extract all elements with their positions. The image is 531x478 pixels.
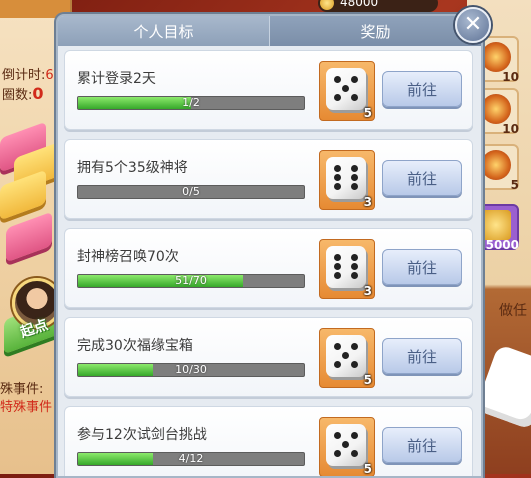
rounds-label: 圈数:0 — [2, 84, 44, 103]
progress-bar: 1/2 — [77, 96, 305, 110]
reward-slot[interactable]: 5 — [319, 328, 375, 388]
reward-slot[interactable]: 5 — [319, 417, 375, 476]
progress-text: 0/5 — [182, 185, 200, 198]
reward-slot[interactable]: 5 — [319, 61, 375, 121]
side-label: 做任 — [499, 303, 527, 319]
progress-bar: 51/70 — [77, 274, 305, 288]
progress-bar: 10/30 — [77, 363, 305, 377]
coin-counter: 48000 — [318, 0, 438, 12]
progress-bar: 4/12 — [77, 452, 305, 466]
task-item: 完成30次福缘宝箱 10/30 5 前往 — [64, 317, 473, 397]
flower-icon — [481, 150, 511, 180]
progress-bar: 0/5 — [77, 185, 305, 199]
progress-text: 10/30 — [175, 363, 207, 376]
task-item: 拥有5个35级神将 0/5 3 前往 — [64, 139, 473, 219]
reward-count: 5 — [363, 106, 372, 120]
go-button[interactable]: 前往 — [382, 427, 462, 463]
coin-value: 48000 — [340, 0, 379, 9]
progress-text: 1/2 — [182, 96, 200, 109]
goals-dialog: 个人目标 奖励 累计登录2天 1/2 5 前往 拥有5个35级神将 0/5 3 … — [56, 14, 483, 478]
reward-slot[interactable]: 3 — [319, 150, 375, 210]
event-value: 特殊事件 — [0, 400, 53, 415]
reward-icon — [481, 42, 511, 72]
go-button[interactable]: 前往 — [382, 160, 462, 196]
task-item: 封神榜召唤70次 51/70 3 前往 — [64, 228, 473, 308]
go-button[interactable]: 前往 — [382, 338, 462, 374]
reward-count: 3 — [363, 195, 372, 209]
dice-icon — [326, 157, 366, 199]
go-button[interactable]: 前往 — [382, 249, 462, 285]
coin-icon — [481, 210, 511, 240]
progress-text: 4/12 — [178, 452, 204, 465]
dice-icon — [326, 424, 366, 466]
task-title: 拥有5个35级神将 — [77, 160, 188, 176]
event-label: 殊事件: — [0, 382, 44, 397]
reward-count: 5 — [363, 373, 372, 387]
go-button[interactable]: 前往 — [382, 71, 462, 107]
reward-count: 3 — [363, 284, 372, 298]
countdown-label: 倒计时:6 — [2, 68, 54, 83]
task-title: 完成30次福缘宝箱 — [77, 338, 193, 354]
task-title: 封神榜召唤70次 — [77, 249, 179, 265]
task-title: 累计登录2天 — [77, 71, 156, 87]
progress-text: 51/70 — [175, 274, 207, 287]
tab-personal-goals[interactable]: 个人目标 — [58, 16, 269, 46]
tab-bar: 个人目标 奖励 — [58, 16, 481, 46]
dice-icon — [326, 68, 366, 110]
dice-icon — [326, 335, 366, 377]
task-list: 累计登录2天 1/2 5 前往 拥有5个35级神将 0/5 3 前往 封神榜召唤… — [64, 50, 473, 476]
task-item: 参与12次试剑台挑战 4/12 5 前往 — [64, 406, 473, 476]
dice-icon — [326, 246, 366, 288]
flower-icon — [481, 94, 511, 124]
task-title: 参与12次试剑台挑战 — [77, 427, 207, 443]
coin-icon — [320, 0, 334, 10]
close-icon[interactable]: ✕ — [455, 7, 491, 43]
tab-rewards[interactable]: 奖励 — [269, 16, 481, 46]
reward-slot[interactable]: 3 — [319, 239, 375, 299]
task-item: 累计登录2天 1/2 5 前往 — [64, 50, 473, 130]
